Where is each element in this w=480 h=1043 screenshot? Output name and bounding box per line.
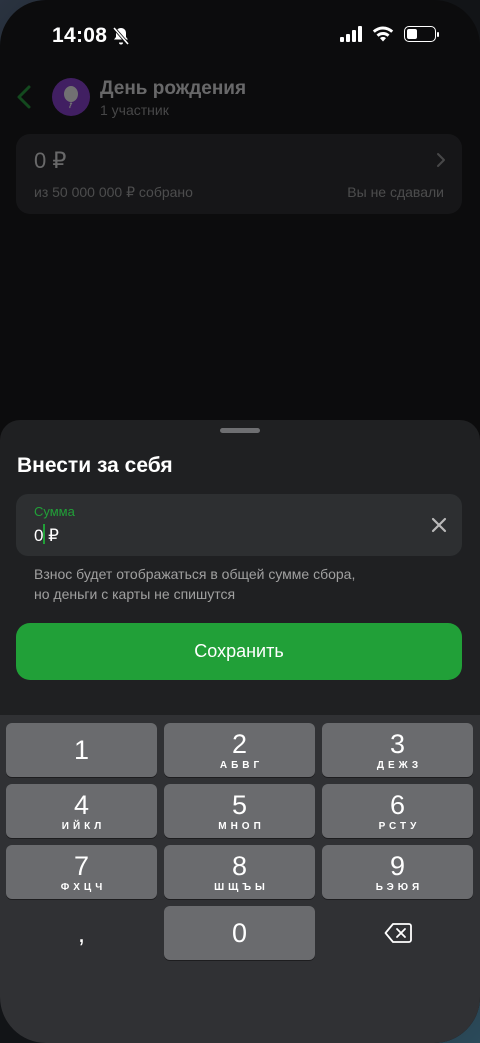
- key-digit: 3: [389, 728, 406, 759]
- key-6[interactable]: 6 РСТУ: [322, 784, 473, 838]
- key-8[interactable]: 8 ШЩЪЫ: [164, 845, 315, 899]
- key-letters: АБВГ: [219, 759, 264, 771]
- key-letters: ИЙКЛ: [61, 820, 106, 832]
- key-1[interactable]: 1: [6, 723, 157, 777]
- device-frame: 14:08 День рождения 1 участник 0 ₽ из 50…: [0, 0, 480, 1043]
- background-page: День рождения 1 участник 0 ₽ из 50 000 0…: [0, 70, 480, 430]
- key-digit: 4: [73, 789, 90, 820]
- key-9[interactable]: 9 ЬЭЮЯ: [322, 845, 473, 899]
- key-letters: МНОП: [218, 820, 265, 832]
- sheet-title: Внести за себя: [17, 454, 173, 477]
- key-digit: 9: [389, 850, 406, 881]
- key-2[interactable]: 2 АБВГ: [164, 723, 315, 777]
- backspace-icon: [384, 923, 412, 943]
- battery-fill: [407, 29, 418, 39]
- numeric-keyboard: 1 2 АБВГ 3 ДЕЖЗ 4 ИЙКЛ 5 МНОП 6 РСТУ 7 Ф…: [0, 715, 480, 1043]
- key-comma[interactable]: ,: [6, 906, 157, 960]
- status-bar: 14:08: [0, 0, 480, 70]
- battery-icon: [404, 26, 439, 42]
- key-digit: 7: [73, 850, 90, 881]
- key-letters: РСТУ: [378, 820, 421, 832]
- sheet-grabber[interactable]: [220, 428, 260, 433]
- key-4[interactable]: 4 ИЙКЛ: [6, 784, 157, 838]
- hint-line-2: но деньги с карты не спишутся: [34, 586, 236, 602]
- contribute-sheet: Внести за себя Сумма 0 ₽ Взнос будет ото…: [0, 420, 480, 720]
- key-digit: 8: [231, 850, 248, 881]
- key-digit: 1: [73, 735, 90, 765]
- signal-icon: [340, 26, 362, 42]
- key-digit: 0: [231, 918, 248, 948]
- group-title: День рождения: [100, 78, 247, 99]
- chevron-right-icon: [437, 153, 445, 167]
- bell-off-icon: [112, 26, 130, 46]
- group-avatar: [52, 78, 90, 116]
- key-5[interactable]: 5 МНОП: [164, 784, 315, 838]
- key-digit: 2: [231, 728, 248, 759]
- key-letters: ФХЦЧ: [60, 881, 107, 893]
- status-time: 14:08: [52, 24, 108, 47]
- back-chevron-icon[interactable]: [14, 84, 34, 110]
- key-letters: ШЩЪЫ: [214, 881, 269, 893]
- clear-icon[interactable]: [430, 516, 448, 534]
- collection-card[interactable]: 0 ₽ из 50 000 000 ₽ собрано Вы не сдавал…: [16, 134, 462, 214]
- goal-progress-text: из 50 000 000 ₽ собрано: [34, 184, 193, 200]
- key-backspace[interactable]: [322, 906, 473, 960]
- hint-line-1: Взнос будет отображаться в общей сумме с…: [34, 566, 356, 582]
- key-comma-label: ,: [77, 918, 86, 948]
- contribution-status: Вы не сдавали: [347, 184, 444, 200]
- key-letters: ДЕЖЗ: [376, 759, 423, 771]
- collected-amount: 0 ₽: [34, 148, 67, 173]
- balloon-icon: [64, 86, 78, 109]
- text-caret: [43, 524, 45, 544]
- key-7[interactable]: 7 ФХЦЧ: [6, 845, 157, 899]
- amount-input[interactable]: 0 ₽: [34, 526, 59, 546]
- hint-text: Взнос будет отображаться в общей сумме с…: [34, 564, 454, 604]
- save-button[interactable]: Сохранить: [16, 623, 462, 680]
- group-subtitle: 1 участник: [100, 102, 169, 118]
- screen: 14:08 День рождения 1 участник 0 ₽ из 50…: [0, 0, 480, 1043]
- amount-field[interactable]: Сумма 0 ₽: [16, 494, 462, 556]
- key-0[interactable]: 0: [164, 906, 315, 960]
- key-3[interactable]: 3 ДЕЖЗ: [322, 723, 473, 777]
- key-letters: ЬЭЮЯ: [375, 881, 424, 893]
- amount-label: Сумма: [34, 504, 75, 519]
- wifi-icon: [372, 26, 394, 42]
- key-digit: 6: [389, 789, 406, 820]
- key-digit: 5: [231, 789, 248, 820]
